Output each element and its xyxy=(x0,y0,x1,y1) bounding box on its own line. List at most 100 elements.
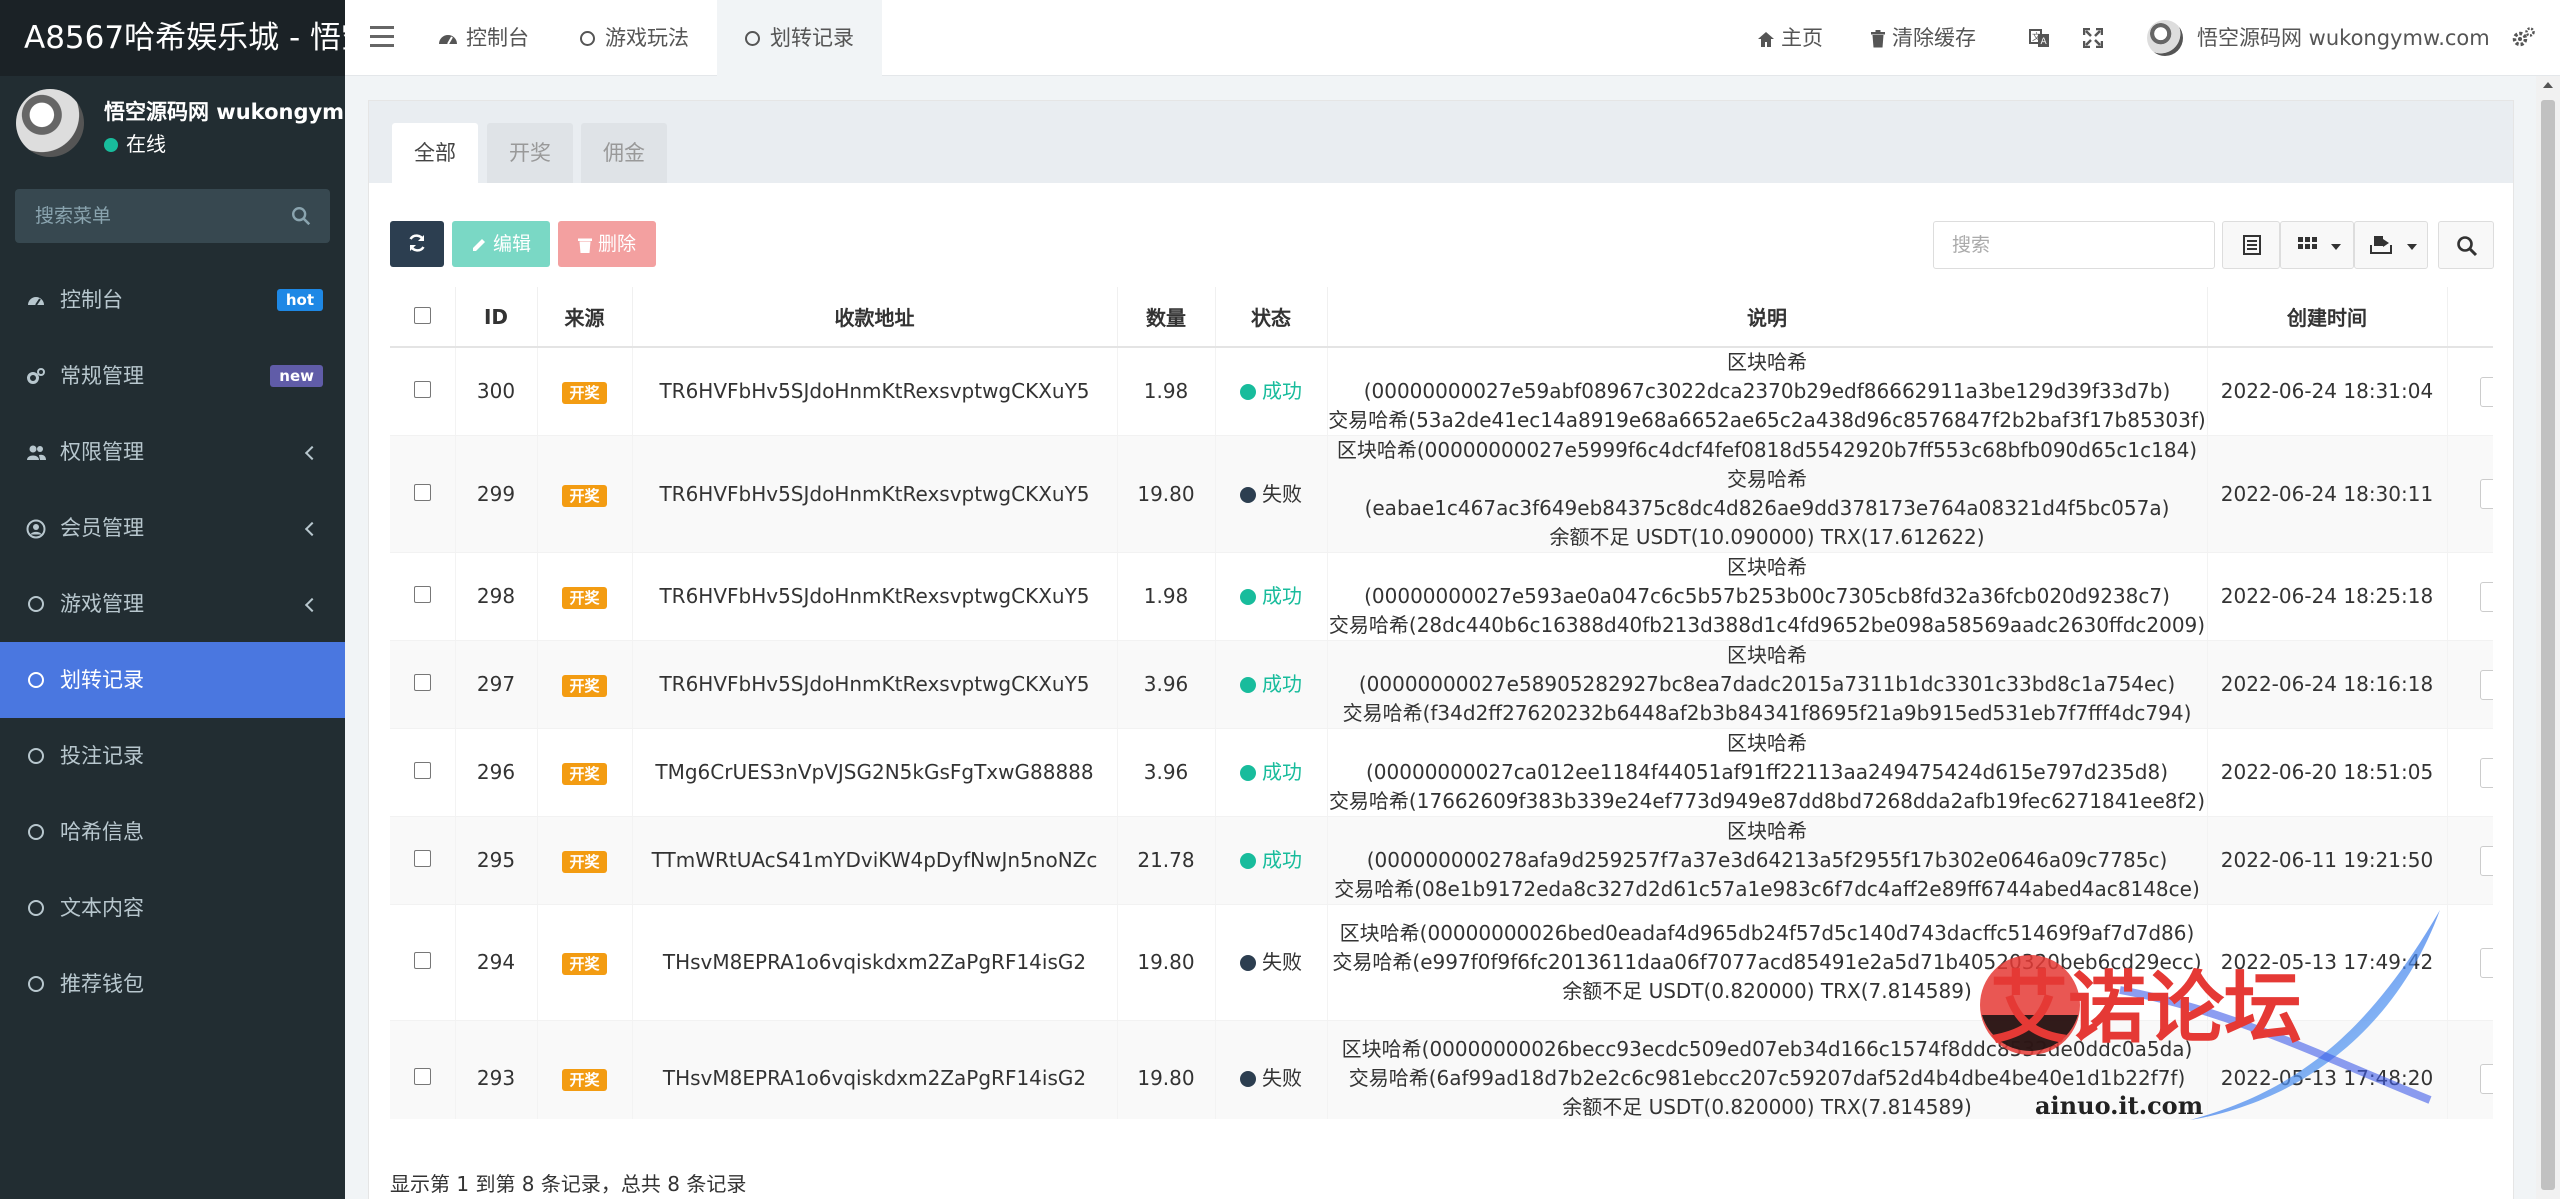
column-header[interactable]: 说明 xyxy=(1327,287,2208,348)
source-label: 开奖 xyxy=(562,382,607,404)
column-header[interactable]: ID xyxy=(455,287,538,348)
tab-transfers[interactable]: 划转记录 xyxy=(717,0,882,76)
trash-icon xyxy=(1871,30,1885,48)
column-header[interactable]: 状态 xyxy=(1215,287,1328,348)
row-checkbox[interactable] xyxy=(413,1068,431,1085)
settings-button[interactable] xyxy=(2511,0,2543,76)
sidebar-item-permissions[interactable]: 权限管理 xyxy=(0,414,345,490)
edit-row-button[interactable] xyxy=(2479,845,2493,876)
edit-row-button[interactable] xyxy=(2479,1063,2493,1094)
status-badge: 成功 xyxy=(1240,760,1302,784)
status-dot-icon xyxy=(1240,955,1256,971)
source-label: 开奖 xyxy=(562,953,607,975)
sidebar-item-members[interactable]: 会员管理 xyxy=(0,490,345,566)
cell-operations xyxy=(2447,816,2493,905)
watermark-text: 艾诺论坛 xyxy=(1990,964,2302,1054)
refresh-button[interactable] xyxy=(390,221,444,267)
sidebar-item-general[interactable]: 常规管理 new xyxy=(0,338,345,414)
edit-row-button[interactable] xyxy=(2479,479,2493,510)
row-select-cell xyxy=(390,552,456,641)
app-logo[interactable]: A8567哈希娱乐城 - 悟空源码网 xyxy=(0,0,345,76)
status-dot-icon xyxy=(1240,765,1256,781)
table-row[interactable]: 295 开奖 TTmWRtUAcS41mYDviKW4pDyfNwJn5noNZc 2… xyxy=(390,816,2493,905)
cell-amount: 3.96 xyxy=(1117,640,1216,729)
top-navbar: 控制台 游戏玩法 划转记录 主页 清除缓存 文A 悟空源码网 wukongymw… xyxy=(345,0,2560,76)
scroll-up-icon[interactable] xyxy=(2543,82,2553,88)
edit-row-button[interactable] xyxy=(2479,376,2493,407)
export-dropdown[interactable] xyxy=(2354,221,2428,269)
cell-source: 开奖 xyxy=(537,816,633,905)
delete-button[interactable]: 删除 xyxy=(558,221,656,267)
edit-button[interactable]: 编辑 xyxy=(452,221,550,267)
tab-game-rules[interactable]: 游戏玩法 xyxy=(552,0,717,76)
table-row[interactable]: 300 开奖 TR6HVFbHv5SJdoHnmKtRexsvptwgCKXuY5 1… xyxy=(390,347,2493,436)
user-name: 悟空源码网 wukongymw.com xyxy=(104,100,344,124)
dashboard-icon xyxy=(439,35,457,45)
scroll-thumb[interactable] xyxy=(2541,100,2555,1190)
desc-line: 区块哈希(00000000027e593ae0a047c6c5b57b253b0… xyxy=(1364,555,2170,608)
hot-badge: hot xyxy=(276,289,323,311)
cell-description: 区块哈希(00000000027e59abf08967c3022dca2370b… xyxy=(1327,347,2208,436)
sidebar-item-hash-info[interactable]: 哈希信息 xyxy=(0,794,345,870)
desc-line: 区块哈希(00000000027e5999f6c4dcf4fef0818d554… xyxy=(1336,438,2198,462)
column-header[interactable]: 数量 xyxy=(1117,287,1216,348)
clear-cache-button[interactable]: 清除缓存 xyxy=(1870,0,1976,76)
desc-line: 交易哈希(28dc440b6c16388d40fb213d388d1c4fd96… xyxy=(1328,613,2206,637)
tab-dashboard[interactable]: 控制台 xyxy=(410,0,557,76)
fullscreen-button[interactable] xyxy=(2082,0,2109,76)
cell-status: 失败 xyxy=(1215,435,1328,553)
sidebar-item-games[interactable]: 游戏管理 xyxy=(0,566,345,642)
row-checkbox[interactable] xyxy=(413,586,431,603)
sidebar-item-bets[interactable]: 投注记录 xyxy=(0,718,345,794)
desc-line: 余额不足 USDT(10.090000) TRX(17.612622) xyxy=(1549,525,1985,549)
column-header[interactable]: 来源 xyxy=(537,287,633,348)
vertical-scrollbar[interactable] xyxy=(2536,76,2560,1199)
sidebar-search-input[interactable] xyxy=(15,189,275,243)
svg-text:A: A xyxy=(2041,37,2048,47)
tab-lottery[interactable]: 开奖 xyxy=(487,123,573,183)
row-checkbox[interactable] xyxy=(413,762,431,779)
toggle-view-button[interactable] xyxy=(2222,221,2280,269)
row-checkbox[interactable] xyxy=(413,850,431,867)
table-row[interactable]: 297 开奖 TR6HVFbHv5SJdoHnmKtRexsvptwgCKXuY5 3… xyxy=(390,640,2493,729)
edit-row-button[interactable] xyxy=(2479,669,2493,700)
translate-button[interactable]: 文A xyxy=(2029,0,2057,76)
sidebar-item-transfers[interactable]: 划转记录 xyxy=(0,642,345,718)
menu-toggle-icon[interactable] xyxy=(370,26,394,48)
sidebar-item-label: 常规管理 xyxy=(60,364,144,388)
edit-row-button[interactable] xyxy=(2479,947,2493,978)
sidebar-item-wallet[interactable]: 推荐钱包 xyxy=(0,946,345,1022)
tab-commission[interactable]: 佣金 xyxy=(581,123,667,183)
grid-icon xyxy=(2298,237,2317,249)
row-checkbox[interactable] xyxy=(413,952,431,969)
table-row[interactable]: 298 开奖 TR6HVFbHv5SJdoHnmKtRexsvptwgCKXuY5 1… xyxy=(390,552,2493,641)
table-row[interactable]: 296 开奖 TMg6CrUES3nVpVJSG2N5kGsFgTxwG88888 3… xyxy=(390,728,2493,817)
select-all-header xyxy=(390,287,456,348)
table-header: ID 来源 收款地址 数量 状态 说明 创建时间 xyxy=(390,287,2493,348)
row-checkbox[interactable] xyxy=(413,483,431,501)
columns-dropdown[interactable] xyxy=(2280,221,2354,269)
home-link[interactable]: 主页 xyxy=(1757,0,1823,76)
cell-description: 区块哈希(000000000278afa9d259257f7a37e3d6421… xyxy=(1327,816,2208,905)
search-icon[interactable] xyxy=(290,205,312,227)
desc-line: 交易哈希(53a2de41ec14a8919e68a6652ae65c2a438… xyxy=(1328,408,2206,432)
cell-id: 293 xyxy=(455,1020,538,1119)
select-all-checkbox[interactable] xyxy=(413,306,431,324)
edit-row-button[interactable] xyxy=(2479,581,2493,612)
sidebar-item-text-content[interactable]: 文本内容 xyxy=(0,870,345,946)
sidebar-item-dashboard[interactable]: 控制台 hot xyxy=(0,262,345,338)
source-label: 开奖 xyxy=(562,763,607,785)
column-header[interactable]: 收款地址 xyxy=(632,287,1118,348)
row-checkbox[interactable] xyxy=(413,381,431,398)
advanced-search-button[interactable] xyxy=(2438,221,2494,269)
table-search-input[interactable] xyxy=(1933,221,2215,269)
chevron-left-icon xyxy=(304,521,320,537)
cell-id: 299 xyxy=(455,435,538,553)
desc-line: 交易哈希(17662609f383b339e24ef773d949e87dd8b… xyxy=(1328,789,2206,813)
tab-all[interactable]: 全部 xyxy=(392,123,478,183)
table-row[interactable]: 299 开奖 TR6HVFbHv5SJdoHnmKtRexsvptwgCKXuY5 1… xyxy=(390,435,2493,553)
column-header[interactable]: 创建时间 xyxy=(2207,287,2448,348)
row-checkbox[interactable] xyxy=(413,674,431,691)
user-menu[interactable]: 悟空源码网 wukongymw.com xyxy=(2147,0,2490,76)
edit-row-button[interactable] xyxy=(2479,757,2493,788)
